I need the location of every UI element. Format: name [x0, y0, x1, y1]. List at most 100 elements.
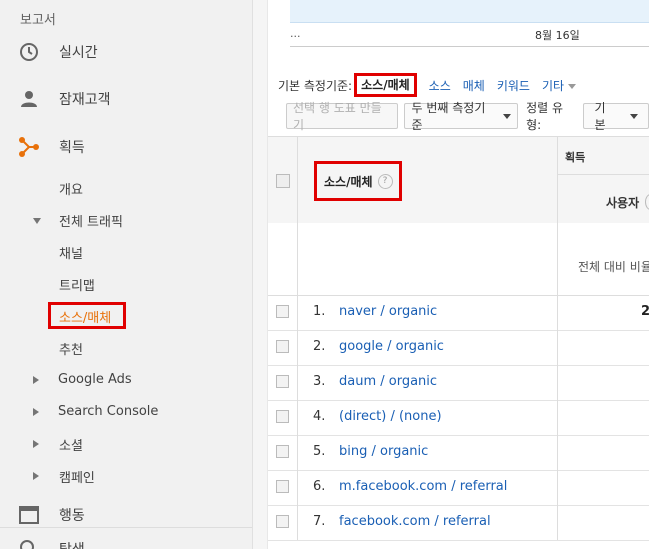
row-number: 2. [313, 339, 326, 354]
row-checkbox[interactable] [276, 340, 289, 353]
dimension-header-label: 소스/매체 [324, 174, 373, 189]
table-row[interactable]: 4. (direct) / (none) [268, 400, 649, 436]
row-dimension-cell: 7. facebook.com / referral [297, 505, 558, 540]
row-dimension-cell: 2. google / organic [297, 330, 558, 365]
sidebar-item-label: 실시간 [59, 45, 98, 61]
header-checkbox-cell [268, 137, 298, 224]
table-toolbar: 선택 행 도표 만들기 두 번째 측정기준 정렬 유형: 기본 [286, 101, 649, 132]
row-number: 5. [313, 444, 326, 459]
row-dimension-link[interactable]: daum / organic [339, 374, 437, 389]
sidebar-item-all-traffic[interactable]: 전체 트래픽 [59, 211, 123, 230]
row-dimension-link[interactable]: m.facebook.com / referral [339, 479, 507, 494]
row-number: 1. [313, 304, 326, 319]
select-all-checkbox[interactable] [276, 174, 290, 188]
table-row[interactable]: 3. daum / organic [268, 365, 649, 401]
chart-x-axis: ... 8월 16일 [290, 22, 649, 47]
sidebar-item-channels[interactable]: 채널 [59, 243, 83, 262]
row-dimension-cell: 1. naver / organic [297, 295, 558, 330]
primary-dimension-label: 기본 측정기준: [278, 78, 353, 93]
sidebar-item-realtime[interactable]: 실시간 [0, 37, 252, 67]
sidebar-item-audience[interactable]: 잠재고객 [0, 84, 252, 114]
percent-of-total-label: 전체 대비 비율 [578, 260, 649, 274]
secondary-dimension-dropdown[interactable]: 두 번째 측정기준 [404, 101, 519, 132]
dimension-keyword[interactable]: 키워드 [497, 77, 530, 94]
chevron-right-icon[interactable] [33, 472, 39, 480]
sidebar-divider [0, 527, 252, 528]
axis-date-label: 8월 16일 [535, 29, 580, 42]
dimension-other-label: 기타 [541, 78, 565, 93]
sort-type-value: 기본 [594, 101, 606, 132]
axis-ellipsis: ... [290, 27, 301, 40]
table-row[interactable]: 7. facebook.com / referral [268, 505, 649, 541]
totals-row: 전체 대비 비율 [268, 223, 649, 296]
row-dimension-cell: 3. daum / organic [297, 365, 558, 400]
search-icon [18, 538, 40, 549]
sidebar-item-acquisition[interactable]: 획득 [0, 132, 252, 162]
totals-checkbox-cell [268, 223, 298, 295]
person-icon [18, 88, 40, 110]
table-row[interactable]: 6. m.facebook.com / referral [268, 470, 649, 506]
table-row[interactable]: 1. naver / organic 2 [268, 295, 649, 331]
row-dimension-cell: 5. bing / organic [297, 435, 558, 470]
sidebar-item-label: 획득 [59, 140, 85, 156]
row-dimension-link[interactable]: facebook.com / referral [339, 514, 491, 529]
chevron-down-icon [503, 113, 512, 119]
sort-type-label: 정렬 유형: [526, 101, 564, 132]
dimension-source[interactable]: 소스 [429, 77, 451, 94]
chart-plot-area [290, 0, 649, 23]
row-dimension-link[interactable]: (direct) / (none) [339, 409, 442, 424]
sidebar-item-social[interactable]: 소셜 [59, 435, 83, 454]
sidebar-item-label: 잠재고객 [59, 92, 111, 108]
sidebar-item-label: 탐색 [59, 539, 85, 549]
sidebar-item-google-ads[interactable]: Google Ads [58, 372, 132, 387]
row-checkbox-cell [268, 505, 298, 540]
chevron-right-icon[interactable] [33, 440, 39, 448]
table-row[interactable]: 5. bing / organic [268, 435, 649, 471]
row-dimension-cell: 6. m.facebook.com / referral [297, 470, 558, 505]
row-dimension-cell: 4. (direct) / (none) [297, 400, 558, 435]
sidebar-item-behavior[interactable]: 행동 [0, 500, 252, 530]
dimension-medium[interactable]: 매체 [463, 77, 485, 94]
sort-type-dropdown[interactable]: 기본 [583, 101, 649, 132]
acquisition-icon [18, 136, 40, 158]
users-column-header[interactable]: 사용자 [606, 194, 639, 211]
row-number: 6. [313, 479, 326, 494]
row-checkbox[interactable] [276, 305, 289, 318]
sidebar-item-search-console[interactable]: Search Console [58, 404, 158, 419]
sidebar-item-source-medium[interactable]: 소스/매체 [59, 307, 111, 326]
dimension-other-dropdown[interactable]: 기타 [541, 77, 577, 94]
row-dimension-link[interactable]: bing / organic [339, 444, 428, 459]
header-divider [557, 174, 649, 175]
dimension-source-medium[interactable]: 소스/매체 [354, 73, 417, 97]
table-row[interactable]: 2. google / organic [268, 330, 649, 366]
chevron-right-icon[interactable] [33, 408, 39, 416]
row-checkbox[interactable] [276, 515, 289, 528]
row-checkbox-cell [268, 330, 298, 365]
secondary-dimension-label: 두 번째 측정기준 [411, 101, 486, 132]
dimension-header-highlight[interactable]: 소스/매체 ? [314, 161, 402, 201]
sidebar-item-overview[interactable]: 개요 [59, 179, 83, 198]
sidebar-item-referrals[interactable]: 추천 [59, 339, 83, 358]
row-checkbox[interactable] [276, 445, 289, 458]
behavior-icon [18, 504, 40, 526]
sidebar-item-campaigns[interactable]: 캠페인 [59, 467, 95, 486]
row-number: 7. [313, 514, 326, 529]
sidebar-item-discover[interactable]: 탐색 [0, 534, 252, 549]
chevron-down-icon[interactable] [33, 218, 41, 224]
row-dimension-link[interactable]: naver / organic [339, 304, 437, 319]
plot-rows-button[interactable]: 선택 행 도표 만들기 [286, 101, 399, 132]
reports-header: 보고서 [20, 13, 56, 28]
row-number: 4. [313, 409, 326, 424]
row-checkbox[interactable] [276, 375, 289, 388]
row-checkbox-cell [268, 435, 298, 470]
content-gutter [253, 0, 268, 549]
clock-icon [18, 41, 40, 63]
chevron-right-icon[interactable] [33, 376, 39, 384]
help-icon[interactable] [645, 194, 649, 210]
row-users-value: 2 [641, 304, 649, 319]
help-icon[interactable]: ? [377, 173, 393, 189]
row-checkbox[interactable] [276, 410, 289, 423]
sidebar-item-treemap[interactable]: 트리맵 [59, 275, 95, 294]
row-dimension-link[interactable]: google / organic [339, 339, 444, 354]
row-checkbox[interactable] [276, 480, 289, 493]
